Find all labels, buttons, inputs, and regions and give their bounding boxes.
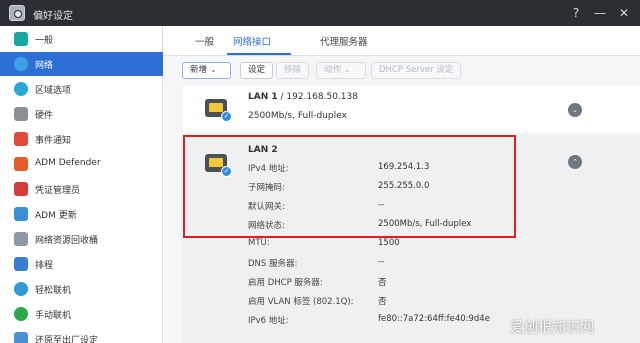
lan1-card[interactable]: ✓ LAN 1 / 192.168.50.138 2500Mb/s, Full-…: [183, 86, 640, 133]
expand-icon[interactable]: ⌄: [568, 103, 582, 117]
globe-icon: [14, 57, 28, 71]
sidebar-item-label: 网络: [35, 61, 54, 71]
vlan-value: 否: [378, 297, 387, 307]
shield-icon: [14, 157, 28, 171]
dhcp-server-label: 启用 DHCP 服务器:: [248, 278, 323, 288]
mtu-value: 1500: [378, 238, 400, 248]
sidebar: 一般 网络 区域选项 硬件 事件通知 ADM Defender 凭证管理员 AD…: [0, 26, 163, 343]
hardware-icon: [14, 107, 28, 121]
collapse-icon[interactable]: ⌃: [568, 155, 582, 169]
action-button[interactable]: 动作 ⌄: [316, 62, 366, 79]
recycle-icon: [14, 232, 28, 246]
ipv6-value: fe80::7a72:64ff:fe40:9d4e: [378, 314, 490, 324]
sidebar-item-label: ADM Defender: [35, 158, 101, 168]
calendar-icon: [14, 257, 28, 271]
sidebar-item-label: 凭证管理员: [35, 186, 81, 196]
vlan-label: 启用 VLAN 标签 (802.1Q):: [248, 297, 354, 307]
sidebar-item-label: 轻松联机: [35, 286, 72, 296]
sidebar-item-label: 排程: [35, 261, 54, 271]
lan1-status: 2500Mb/s, Full-duplex: [248, 111, 347, 121]
mtu-label: MTU:: [248, 238, 270, 248]
minimize-icon[interactable]: —: [592, 5, 608, 21]
cloud-icon: [14, 282, 28, 296]
general-icon: [14, 32, 28, 46]
sidebar-item-label: 一般: [35, 36, 54, 46]
tab-bar: 一般 网络接口 代理服务器: [164, 26, 640, 56]
check-icon: ✓: [221, 111, 232, 122]
reset-icon: [14, 332, 28, 343]
manual-connect-icon: [14, 307, 28, 321]
region-icon: [14, 82, 28, 96]
notification-icon: [14, 132, 28, 146]
active-tab-indicator: [227, 53, 291, 55]
sidebar-item-region[interactable]: 区域选项: [0, 77, 163, 101]
dns-value: --: [378, 257, 385, 267]
dhcp-server-settings-button[interactable]: DHCP Server 设定: [371, 62, 462, 79]
watermark: 爱创根知识网: [510, 320, 594, 336]
certificate-icon: [14, 182, 28, 196]
remove-button[interactable]: 移除: [276, 62, 310, 79]
window-title: 偏好设定: [33, 11, 73, 22]
tab-network-interface[interactable]: 网络接口: [233, 34, 271, 48]
lan1-title: LAN 1 / 192.168.50.138: [248, 92, 358, 102]
title-bar: 偏好设定 ? — ✕: [0, 0, 640, 26]
sidebar-item-adm-update[interactable]: ADM 更新: [0, 202, 163, 226]
sidebar-item-label: 还原至出厂设定: [35, 336, 99, 343]
sidebar-item-hardware[interactable]: 硬件: [0, 102, 163, 126]
sidebar-item-label: 网络资源回收桶: [35, 236, 99, 246]
highlight-box: [183, 135, 516, 238]
sidebar-item-label: 硬件: [35, 111, 54, 121]
action-button-label: 动作: [324, 65, 342, 75]
chevron-down-icon: ⌄: [209, 65, 217, 75]
tab-proxy-server[interactable]: 代理服务器: [320, 34, 368, 48]
chevron-down-icon: ⌄: [343, 65, 351, 75]
dns-label: DNS 服务器:: [248, 259, 298, 269]
sidebar-item-label: 区域选项: [35, 86, 72, 96]
help-icon[interactable]: ?: [568, 5, 584, 21]
update-icon: [14, 207, 28, 221]
sidebar-item-label: ADM 更新: [35, 211, 77, 221]
dhcp-server-value: 否: [378, 278, 387, 288]
sidebar-item-easy-connect[interactable]: 轻松联机: [0, 277, 163, 301]
sidebar-item-network[interactable]: 网络: [0, 52, 163, 76]
close-icon[interactable]: ✕: [616, 5, 632, 21]
add-button-label: 新增: [190, 65, 208, 75]
sidebar-item-label: 事件通知: [35, 136, 72, 146]
add-button[interactable]: 新增 ⌄: [182, 62, 231, 79]
sidebar-item-label: 手动联机: [35, 311, 72, 321]
sidebar-item-notification[interactable]: 事件通知: [0, 127, 163, 151]
sidebar-item-certificate[interactable]: 凭证管理员: [0, 177, 163, 201]
sidebar-item-recycle-bin[interactable]: 网络资源回收桶: [0, 227, 163, 251]
settings-button[interactable]: 设定: [240, 62, 274, 79]
sidebar-item-schedule[interactable]: 排程: [0, 252, 163, 276]
sidebar-item-factory-reset[interactable]: 还原至出厂设定: [0, 327, 163, 343]
sidebar-item-manual-connect[interactable]: 手动联机: [0, 302, 163, 326]
ipv6-label: IPv6 地址:: [248, 316, 289, 326]
lan1-ip: / 192.168.50.138: [277, 92, 358, 102]
toolbar: 新增 ⌄ 设定 移除 动作 ⌄ DHCP Server 设定: [164, 57, 640, 85]
sidebar-item-adm-defender[interactable]: ADM Defender: [0, 152, 163, 176]
tab-general[interactable]: 一般: [195, 34, 214, 48]
lan1-name: LAN 1: [248, 92, 278, 102]
sidebar-item-general[interactable]: 一般: [0, 27, 163, 51]
preferences-app-icon: [9, 5, 25, 21]
